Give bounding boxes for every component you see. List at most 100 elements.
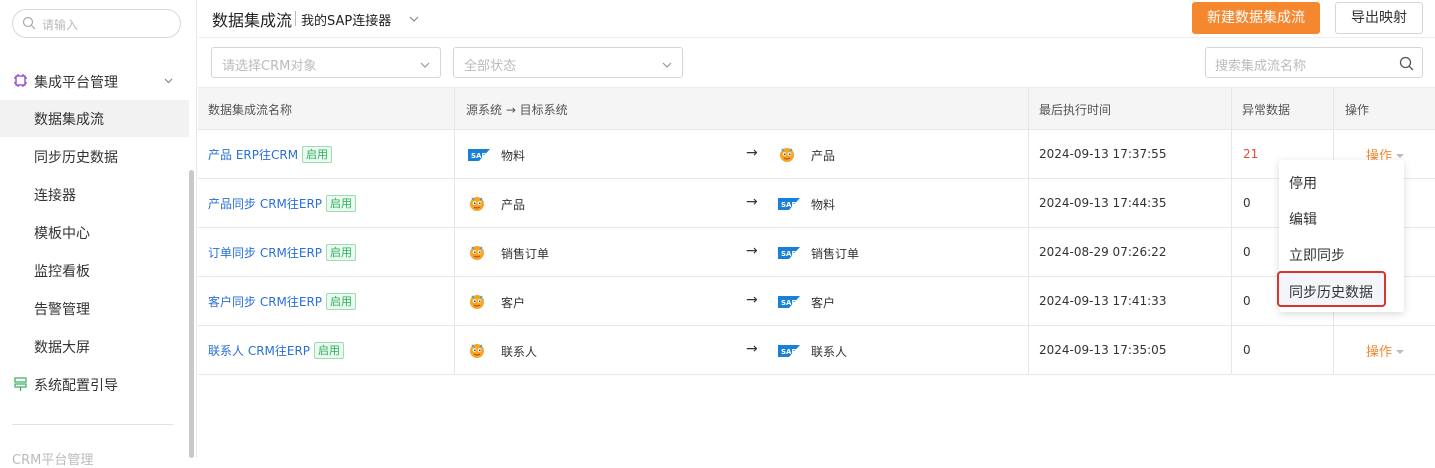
svg-text:SAP: SAP xyxy=(781,250,797,258)
crm-object-select[interactable]: 请选择CRM对象 xyxy=(211,47,441,78)
sidebar-item-template-center[interactable]: 模板中心 xyxy=(0,214,189,251)
last-run-time: 2024-09-13 17:41:33 xyxy=(1039,294,1167,308)
source-object: 物料 xyxy=(501,149,526,163)
crm-logo-icon xyxy=(778,145,796,167)
sap-logo-icon: SAP xyxy=(778,345,800,361)
sap-logo-icon: SAP xyxy=(778,198,800,214)
title-separator xyxy=(295,11,296,26)
actions-dropdown-button[interactable]: 操作 xyxy=(1366,341,1405,360)
sidebar-item-connector[interactable]: 连接器 xyxy=(0,176,189,213)
menu-item-sync-now[interactable]: 立即同步 xyxy=(1279,236,1404,272)
source-object: 产品 xyxy=(501,198,526,212)
sidebar-search-placeholder: 请输入 xyxy=(42,18,79,32)
menu-item-label: 停用 xyxy=(1289,176,1317,192)
sidebar-crm-group[interactable]: CRM平台管理 xyxy=(12,449,93,468)
status-badge: 启用 xyxy=(326,244,357,261)
chevron-down-icon xyxy=(420,62,430,68)
error-count[interactable]: 0 xyxy=(1243,245,1251,259)
target-object: 销售订单 xyxy=(811,247,860,261)
sidebar-item-label: 同步历史数据 xyxy=(34,150,118,166)
sidebar-item-monitor-board[interactable]: 监控看板 xyxy=(0,252,189,289)
export-mapping-button[interactable]: 导出映射 xyxy=(1335,2,1423,34)
arrow-right-icon: → xyxy=(746,243,758,259)
table-row: 订单同步 CRM往ERP 启用 销售订单 → SAP 销售订单 2024-08-29 07:… xyxy=(198,228,1435,277)
sidebar-item-label: 告警管理 xyxy=(34,302,90,318)
table-header: 数据集成流名称 源系统 → 目标系统 最后执行时间 异常数据 操作 xyxy=(198,87,1435,130)
target-object: 客户 xyxy=(811,296,836,310)
signpost-icon xyxy=(14,377,27,391)
sap-logo-icon: SAP xyxy=(468,149,490,165)
page-title: 数据集成流 xyxy=(212,11,293,30)
menu-item-edit[interactable]: 编辑 xyxy=(1279,200,1404,236)
flow-name-link[interactable]: 订单同步 CRM往ERP xyxy=(208,246,322,260)
table-row: 联系人 CRM往ERP 启用 联系人 → SAP 联系人 2024-09-13 17:35:… xyxy=(198,326,1435,375)
flow-name-cell: 产品同步 CRM往ERP 启用 xyxy=(208,195,357,212)
sidebar-group-label: 集成平台管理 xyxy=(34,75,118,91)
error-count[interactable]: 0 xyxy=(1243,343,1251,357)
error-count[interactable]: 0 xyxy=(1243,294,1251,308)
sidebar-item-data-screen[interactable]: 数据大屏 xyxy=(0,328,189,365)
sidebar-item-label: 数据大屏 xyxy=(34,340,90,356)
source-object: 联系人 xyxy=(501,345,538,359)
source-object: 销售订单 xyxy=(501,247,550,261)
sidebar-item-label: 连接器 xyxy=(34,188,76,204)
sidebar-group-integration[interactable]: 集成平台管理 xyxy=(0,66,189,96)
table-row: 产品同步 CRM往ERP 启用 产品 → SAP 物料 2024-09-13 17:44:3… xyxy=(198,179,1435,228)
column-header-actions: 操作 xyxy=(1345,103,1370,117)
new-integration-flow-button[interactable]: 新建数据集成流 xyxy=(1192,2,1320,34)
last-run-time: 2024-09-13 17:35:05 xyxy=(1039,343,1167,357)
chip-icon xyxy=(14,74,27,87)
sidebar-item-system-guide[interactable]: 系统配置引导 xyxy=(0,368,189,401)
flow-name-cell: 联系人 CRM往ERP 启用 xyxy=(208,342,345,359)
actions-label: 操作 xyxy=(1366,345,1393,360)
search-icon[interactable] xyxy=(1399,56,1414,71)
flow-name-link[interactable]: 客户同步 CRM往ERP xyxy=(208,295,322,309)
column-header-name: 数据集成流名称 xyxy=(208,103,293,117)
status-badge: 启用 xyxy=(314,342,345,359)
chevron-down-icon[interactable] xyxy=(408,13,420,25)
column-header-last-run: 最后执行时间 xyxy=(1039,103,1112,117)
target-object: 联系人 xyxy=(811,345,848,359)
last-run-time: 2024-09-13 17:44:35 xyxy=(1039,196,1167,210)
chevron-down-icon xyxy=(662,62,672,68)
flow-name-link[interactable]: 产品同步 CRM往ERP xyxy=(208,197,322,211)
flow-search-input[interactable]: 搜索集成流名称 xyxy=(1205,47,1423,78)
crm-logo-icon xyxy=(468,292,486,314)
source-object: 客户 xyxy=(501,296,526,310)
flow-search-placeholder: 搜索集成流名称 xyxy=(1215,59,1307,74)
svg-text:SAP: SAP xyxy=(781,348,797,356)
flow-name-link[interactable]: 产品 ERP往CRM xyxy=(208,148,298,162)
sidebar-item-label: 系统配置引导 xyxy=(34,378,118,394)
status-badge: 启用 xyxy=(326,195,357,212)
sidebar-item-sync-history[interactable]: 同步历史数据 xyxy=(0,138,189,175)
status-placeholder: 全部状态 xyxy=(464,59,517,74)
error-count[interactable]: 0 xyxy=(1243,196,1251,210)
menu-item-disable[interactable]: 停用 xyxy=(1279,164,1404,200)
flow-name-link[interactable]: 联系人 CRM往ERP xyxy=(208,344,310,358)
sidebar-item-label: 数据集成流 xyxy=(34,112,104,128)
last-run-time: 2024-09-13 17:37:55 xyxy=(1039,147,1167,161)
caret-down-icon xyxy=(1396,154,1405,158)
sidebar-item-integration-flow[interactable]: 数据集成流 xyxy=(0,100,189,137)
connector-selector[interactable]: 我的SAP连接器 xyxy=(301,10,391,29)
flow-name-cell: 客户同步 CRM往ERP 启用 xyxy=(208,293,357,310)
status-badge: 启用 xyxy=(302,146,333,163)
sidebar-scrollbar[interactable] xyxy=(189,170,194,458)
search-icon xyxy=(22,16,36,30)
menu-item-label: 同步历史数据 xyxy=(1289,285,1373,301)
menu-item-sync-history[interactable]: 同步历史数据 xyxy=(1277,271,1386,307)
menu-item-label: 立即同步 xyxy=(1289,248,1345,264)
status-select[interactable]: 全部状态 xyxy=(453,47,683,78)
svg-text:SAP: SAP xyxy=(781,201,797,209)
crm-logo-icon xyxy=(468,194,486,216)
header: 数据集成流 我的SAP连接器 新建数据集成流 导出映射 xyxy=(198,0,1435,38)
flow-name-cell: 产品 ERP往CRM 启用 xyxy=(208,146,333,163)
table-row: 产品 ERP往CRM 启用 SAP 物料 → 产品 2024-09-13 17:37:55 2… xyxy=(198,130,1435,179)
sidebar-search-input[interactable]: 请输入 xyxy=(12,9,181,38)
sidebar-divider xyxy=(12,424,173,425)
actions-dropdown-menu: 停用 编辑 立即同步 同步历史数据 xyxy=(1277,160,1404,312)
arrow-right-icon: → xyxy=(746,341,758,357)
column-header-errors: 异常数据 xyxy=(1242,103,1291,117)
error-count[interactable]: 21 xyxy=(1243,147,1258,161)
sidebar-item-alert-management[interactable]: 告警管理 xyxy=(0,290,189,327)
